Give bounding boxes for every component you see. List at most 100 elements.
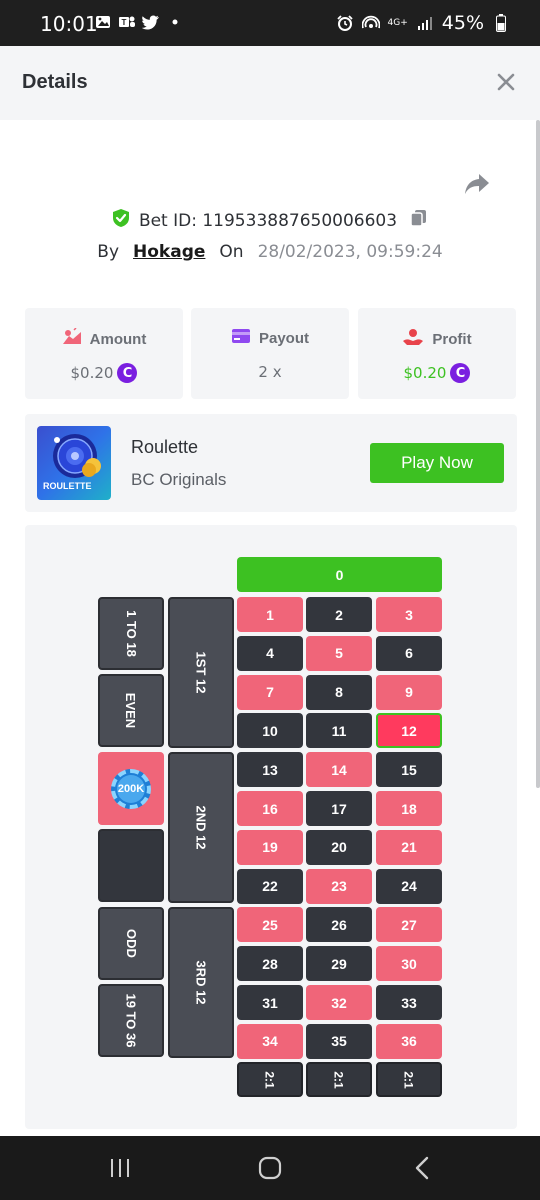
dozen-3rd[interactable]: 3RD 12 — [168, 907, 234, 1058]
amount-card: Amount $0.20 C — [25, 308, 183, 399]
chip-label: 200K — [117, 774, 145, 803]
column-bet-3[interactable]: 2:1 — [376, 1062, 442, 1097]
bet-odd[interactable]: ODD — [98, 907, 164, 980]
bet-19-to-36[interactable]: 19 TO 36 — [98, 984, 164, 1057]
battery-icon — [492, 14, 510, 32]
bet-1-to-18[interactable]: 1 TO 18 — [98, 597, 164, 670]
amount-icon — [62, 327, 82, 350]
number-cell[interactable]: 27 — [376, 907, 442, 943]
dozen-1st-label: 1ST 12 — [193, 651, 209, 694]
on-label: On — [219, 242, 244, 262]
bet-red[interactable]: 200K — [98, 752, 164, 825]
alarm-icon — [336, 14, 354, 32]
payout-card: Payout 2 x — [191, 308, 349, 399]
coin-icon: C — [117, 363, 138, 383]
number-cell[interactable]: 28 — [237, 946, 303, 982]
game-provider: BC Originals — [131, 470, 227, 489]
home-button[interactable] — [255, 1154, 285, 1182]
bet-black[interactable] — [98, 829, 164, 902]
column-bet-2[interactable]: 2:1 — [306, 1062, 372, 1097]
column-bet-3-label: 2:1 — [402, 1070, 416, 1089]
notification-icons: T — [94, 13, 184, 31]
roulette-table: 0 1 2 3 4 5 6 7 8 9 10 11 12 13 14 15 16 17 18 19 20 21 22 23 2… — [25, 525, 517, 1129]
number-cell[interactable]: 13 — [237, 752, 303, 788]
payout-card-icon — [231, 328, 251, 348]
coin-icon: C — [450, 363, 471, 383]
number-cell[interactable]: 33 — [376, 985, 442, 1020]
number-cell[interactable]: 35 — [306, 1023, 372, 1059]
user-link[interactable]: Hokage — [133, 242, 205, 262]
number-cell[interactable]: 24 — [376, 868, 442, 904]
recent-apps-button[interactable] — [105, 1154, 135, 1182]
dozen-2nd[interactable]: 2ND 12 — [168, 752, 234, 903]
bet-even[interactable]: EVEN — [98, 674, 164, 747]
share-button[interactable] — [463, 172, 491, 196]
number-cell[interactable]: 21 — [376, 829, 442, 865]
copy-icon[interactable] — [409, 208, 429, 233]
number-cell[interactable]: 17 — [306, 791, 372, 826]
close-icon — [497, 73, 515, 91]
back-button[interactable] — [408, 1154, 438, 1182]
number-cell[interactable]: 15 — [376, 752, 442, 788]
number-cell[interactable]: 8 — [306, 674, 372, 710]
recent-apps-icon — [111, 1159, 129, 1177]
twitter-icon — [142, 13, 160, 31]
column-bet-1-label: 2:1 — [263, 1070, 277, 1089]
details-header: Details — [0, 46, 540, 120]
number-cell[interactable]: 16 — [237, 791, 303, 826]
number-cell[interactable]: 2 — [306, 597, 372, 632]
number-cell[interactable]: 9 — [376, 674, 442, 710]
number-cell[interactable]: 26 — [306, 907, 372, 943]
system-icons: 4G+ 45% — [336, 12, 510, 34]
number-cell[interactable]: 34 — [237, 1023, 303, 1059]
number-cell[interactable]: 31 — [237, 985, 303, 1020]
bet-id: Bet ID: 119533887650006603 — [138, 210, 398, 231]
status-bar: 10:01 T 4G+ 45% — [0, 0, 540, 46]
number-cell[interactable]: 4 — [237, 635, 303, 671]
number-cell[interactable]: 30 — [376, 946, 442, 982]
bet-19-to-36-label: 19 TO 36 — [123, 993, 139, 1048]
column-bet-2-label: 2:1 — [332, 1070, 346, 1089]
close-button[interactable] — [494, 70, 518, 94]
number-cell[interactable]: 25 — [237, 907, 303, 943]
number-cell[interactable]: 11 — [306, 713, 372, 749]
page-title: Details — [22, 71, 88, 93]
play-now-button[interactable]: Play Now — [370, 443, 504, 483]
shield-check-icon — [111, 208, 131, 233]
network-type: 4G+ — [387, 17, 408, 28]
number-cell[interactable]: 36 — [376, 1023, 442, 1059]
profit-label: Profit — [432, 330, 472, 348]
number-cell[interactable]: 12 — [376, 713, 442, 749]
zero-cell[interactable]: 0 — [237, 557, 442, 592]
teams-icon: T — [118, 13, 136, 31]
number-cell[interactable]: 20 — [306, 829, 372, 865]
bet-meta-row: By Hokage On 28/02/2023, 09:59:24 — [0, 242, 540, 262]
number-cell[interactable]: 19 — [237, 829, 303, 865]
number-cell[interactable]: 22 — [237, 868, 303, 904]
roulette-thumbnail[interactable]: ROULETTE — [37, 426, 111, 500]
number-cell[interactable]: 6 — [376, 635, 442, 671]
game-card: ROULETTE Roulette BC Originals Play Now — [25, 414, 517, 512]
number-cell[interactable]: 7 — [237, 674, 303, 710]
back-icon — [415, 1156, 429, 1180]
bet-id-row: Bet ID: 119533887650006603 — [0, 208, 540, 233]
number-cell[interactable]: 23 — [306, 868, 372, 904]
system-nav-bar — [0, 1136, 540, 1200]
number-cell[interactable]: 32 — [306, 985, 372, 1020]
dot-icon — [166, 13, 184, 31]
number-cell[interactable]: 1 — [237, 597, 303, 632]
column-bet-1[interactable]: 2:1 — [237, 1062, 303, 1097]
number-cell[interactable]: 29 — [306, 946, 372, 982]
dozen-1st[interactable]: 1ST 12 — [168, 597, 234, 748]
bet-even-label: EVEN — [123, 692, 139, 729]
number-cell[interactable]: 3 — [376, 597, 442, 632]
payout-label: Payout — [258, 329, 309, 347]
number-cell[interactable]: 18 — [376, 791, 442, 826]
number-cell[interactable]: 10 — [237, 713, 303, 749]
signal-icon — [416, 14, 434, 32]
number-cell[interactable]: 14 — [306, 752, 372, 788]
gallery-icon — [94, 13, 112, 31]
payout-value: 2 x — [258, 363, 282, 381]
home-icon — [258, 1156, 282, 1180]
number-cell[interactable]: 5 — [306, 635, 372, 671]
